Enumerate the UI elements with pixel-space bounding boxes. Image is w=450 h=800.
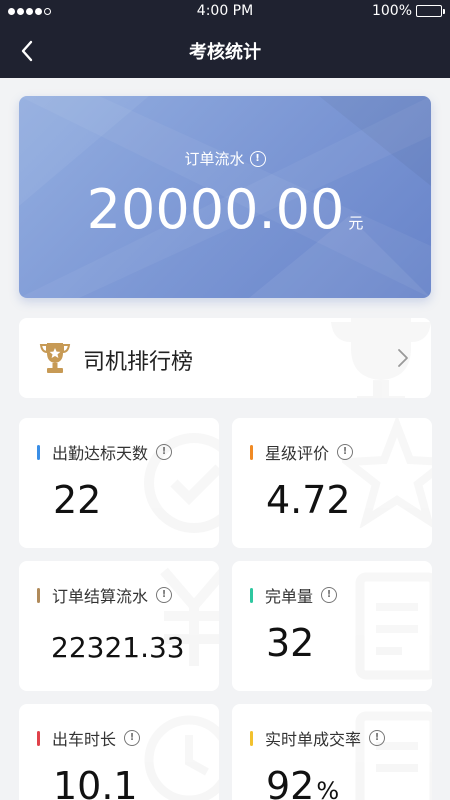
trophy-watermark-icon bbox=[331, 318, 431, 398]
driver-ranking-entry[interactable]: 司机排行榜 bbox=[19, 318, 431, 398]
stat-value: 4.72 bbox=[266, 478, 351, 522]
stat-value: 92% bbox=[266, 764, 339, 800]
stat-number: 92 bbox=[266, 764, 315, 800]
stat-header: 订单结算流水 ! bbox=[37, 583, 173, 607]
stat-value: 22 bbox=[53, 478, 102, 522]
stat-card-star-rating[interactable]: 星级评价 ! 4.72 bbox=[232, 418, 432, 548]
info-icon[interactable]: ! bbox=[337, 444, 354, 460]
info-icon[interactable]: ! bbox=[156, 587, 173, 603]
info-icon[interactable]: ! bbox=[249, 150, 266, 167]
stat-header: 完单量 ! bbox=[250, 583, 338, 607]
clock-watermark-icon bbox=[144, 715, 219, 800]
stat-header: 出勤达标天数 ! bbox=[37, 440, 173, 464]
page-title: 考核统计 bbox=[189, 42, 261, 63]
info-icon[interactable]: ! bbox=[124, 730, 141, 746]
chevron-right-icon bbox=[398, 349, 408, 367]
driver-ranking-label: 司机排行榜 bbox=[83, 350, 194, 375]
info-icon[interactable]: ! bbox=[369, 730, 386, 746]
accent-bar bbox=[37, 444, 40, 460]
stat-value: 10.1 bbox=[53, 764, 138, 800]
stat-value: 32 bbox=[266, 621, 315, 665]
stat-label: 完单量 bbox=[265, 587, 314, 606]
hero-amount: 20000.00 bbox=[86, 178, 345, 241]
star-watermark-icon bbox=[342, 418, 432, 528]
battery-percent: 100% bbox=[371, 3, 412, 19]
info-icon[interactable]: ! bbox=[321, 587, 338, 603]
stat-label: 出车时长 bbox=[52, 730, 117, 749]
header: 4:00 PM 100% 考核统计 bbox=[0, 0, 450, 78]
stat-label: 订单结算流水 bbox=[52, 587, 149, 606]
hero-label-row: 订单流水 ! bbox=[19, 148, 431, 169]
accent-bar bbox=[250, 444, 253, 460]
battery-icon bbox=[416, 5, 445, 17]
hero-unit: 元 bbox=[348, 214, 364, 232]
stat-card-settlement-revenue[interactable]: 订单结算流水 ! 22321.33 bbox=[19, 561, 219, 691]
accent-bar bbox=[250, 587, 253, 603]
stat-value: 22321.33 bbox=[51, 631, 185, 664]
stat-label: 出勤达标天数 bbox=[52, 444, 149, 463]
trophy-icon bbox=[39, 343, 71, 373]
hero-amount-row: 20000.00 元 bbox=[19, 178, 431, 241]
accent-bar bbox=[250, 730, 253, 746]
order-revenue-card: 订单流水 ! 20000.00 元 bbox=[19, 96, 431, 298]
accent-bar bbox=[37, 587, 40, 603]
nav-bar: 考核统计 bbox=[0, 24, 450, 78]
info-icon[interactable]: ! bbox=[156, 444, 173, 460]
document-watermark-icon bbox=[355, 711, 432, 800]
stat-card-deal-rate[interactable]: 实时单成交率 ! 92% bbox=[232, 704, 432, 800]
status-bar: 4:00 PM 100% bbox=[0, 0, 450, 24]
stat-label: 实时单成交率 bbox=[265, 730, 362, 749]
stat-header: 实时单成交率 ! bbox=[250, 726, 386, 750]
stat-card-attendance-days[interactable]: 出勤达标天数 ! 22 bbox=[19, 418, 219, 548]
stat-suffix: % bbox=[316, 777, 340, 800]
battery-status: 100% bbox=[371, 3, 445, 19]
hero-label: 订单流水 bbox=[184, 150, 245, 168]
stat-card-driving-hours[interactable]: 出车时长 ! 10.1 bbox=[19, 704, 219, 800]
stat-label: 星级评价 bbox=[265, 444, 330, 463]
stat-header: 出车时长 ! bbox=[37, 726, 141, 750]
stat-card-completed-orders[interactable]: 完单量 ! 32 bbox=[232, 561, 432, 691]
stat-header: 星级评价 ! bbox=[250, 440, 354, 464]
document-watermark-icon bbox=[355, 572, 432, 680]
accent-bar bbox=[37, 730, 40, 746]
